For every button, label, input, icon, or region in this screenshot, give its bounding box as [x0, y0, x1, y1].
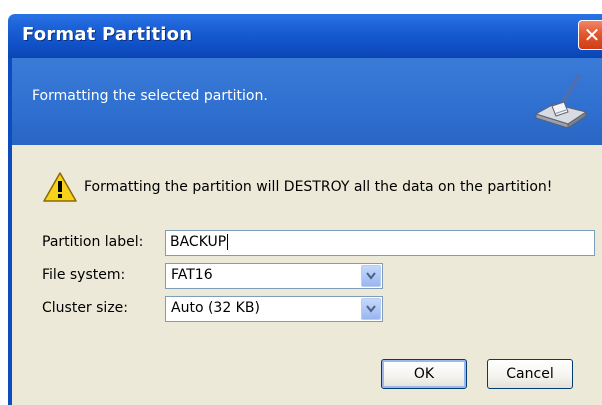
cluster-size-value: Auto (32 KB) [171, 300, 260, 316]
partition-label-input[interactable]: BACKUP [165, 230, 595, 256]
warning-icon [43, 172, 77, 202]
format-disk-icon [534, 74, 588, 129]
ok-button-label: OK [413, 366, 435, 382]
partition-label-label: Partition label: [42, 234, 144, 250]
cluster-size-select[interactable]: Auto (32 KB) [165, 296, 383, 322]
file-system-value: FAT16 [171, 267, 213, 283]
partition-label-value: BACKUP [170, 234, 227, 250]
format-partition-dialog: Format Partition ✕ Formatting the select… [8, 0, 602, 405]
cluster-size-dropdown-button[interactable] [361, 298, 381, 320]
close-icon: ✕ [583, 23, 601, 47]
text-cursor [227, 234, 229, 250]
cluster-size-label: Cluster size: [42, 300, 129, 316]
file-system-label: File system: [42, 267, 126, 283]
ok-button[interactable]: OK [381, 359, 467, 389]
cancel-button[interactable]: Cancel [487, 359, 573, 389]
chevron-down-icon [366, 305, 376, 313]
cancel-button-label: Cancel [506, 366, 554, 382]
warning-text: Formatting the partition will DESTROY al… [84, 179, 553, 195]
chevron-down-icon [366, 272, 376, 280]
file-system-dropdown-button[interactable] [361, 265, 381, 287]
close-button[interactable]: ✕ [578, 20, 602, 50]
window-title: Format Partition [22, 24, 193, 45]
file-system-select[interactable]: FAT16 [165, 263, 383, 289]
dialog-body: Formatting the partition will DESTROY al… [8, 145, 602, 405]
dialog-header: Formatting the selected partition. [8, 58, 602, 145]
title-bar[interactable]: Format Partition ✕ [8, 14, 602, 58]
warning-row: Formatting the partition will DESTROY al… [42, 171, 552, 203]
header-description: Formatting the selected partition. [32, 88, 268, 104]
